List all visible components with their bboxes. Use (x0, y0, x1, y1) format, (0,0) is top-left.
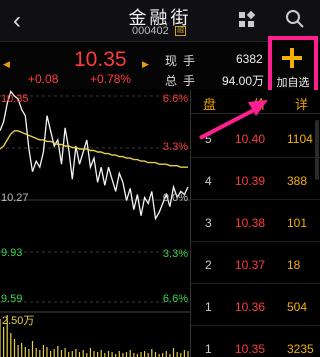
order-volume: 1104 (287, 132, 313, 146)
intraday-price-chart[interactable]: 10.35 10.27 9.93 9.59 6.6% 3.3% 0.0% 3.3% 6.6% 2.… (0, 90, 190, 357)
stock-code: 000402 (132, 25, 169, 37)
total-volume: 94.00万 (222, 74, 265, 88)
order-level: 4 (205, 174, 212, 188)
price-axis-label: 9.59 (1, 293, 22, 305)
percent-axis-label: 6.6% (163, 93, 188, 105)
prev-stock-arrow-icon[interactable]: ◀ (3, 59, 10, 70)
order-level: 3 (205, 216, 212, 230)
margin-badge: 融 (175, 26, 186, 36)
volume-axis-label: 2.50万 (2, 315, 34, 327)
order-volume: 101 (287, 216, 308, 230)
percent-axis-label: 0.0% (163, 192, 188, 204)
current-volume: 6382 (236, 52, 263, 66)
order-volume: 3235 (287, 342, 314, 356)
add-to-watchlist-label: 加自选 (276, 77, 310, 89)
plus-icon-stem (290, 48, 294, 68)
price-axis-label: 10.35 (1, 93, 29, 105)
current-price: 10.35 (74, 48, 127, 71)
percent-axis-label: 6.6% (163, 293, 188, 305)
order-price: 10.39 (235, 174, 266, 188)
search-icon[interactable] (285, 9, 305, 29)
order-level: 1 (205, 342, 212, 356)
total-volume-label: 总手 (165, 74, 202, 88)
next-stock-arrow-icon[interactable]: ▶ (142, 59, 149, 70)
order-level: 1 (205, 300, 212, 314)
price-axis-label: 9.93 (1, 247, 22, 259)
order-book-row: 2 10.37 18 (191, 246, 320, 284)
grid-icon[interactable] (239, 10, 256, 28)
order-book-row: 4 10.39 388 (191, 162, 320, 200)
order-price: 10.38 (235, 216, 266, 230)
order-book: 盘 价 详 5 10.40 1104 4 10.39 388 3 10.38 1… (190, 90, 320, 357)
order-book-row: 1 10.36 504 (191, 288, 320, 326)
order-price: 10.36 (235, 300, 266, 314)
order-price: 10.40 (235, 132, 266, 146)
order-book-row: 5 10.40 1104 (191, 120, 320, 158)
price-change: +0.08 (28, 72, 59, 86)
order-book-tab-detail[interactable]: 详 (295, 94, 308, 113)
order-volume: 388 (287, 174, 308, 188)
order-book-tab-level[interactable]: 盘 (203, 94, 216, 113)
order-book-row: 1 10.35 3235 (191, 330, 320, 357)
order-volume: 504 (287, 300, 308, 314)
order-book-row: 3 10.38 101 (191, 204, 320, 242)
order-book-tab-price[interactable]: 价 (253, 94, 266, 113)
order-book-scrollbar[interactable] (315, 120, 319, 180)
current-volume-label: 现手 (165, 54, 202, 68)
chevron-left-icon: ‹ (13, 7, 21, 34)
order-level: 2 (205, 258, 212, 272)
order-price: 10.35 (235, 342, 266, 356)
price-change-percent: +0.78% (90, 72, 132, 86)
price-axis-label: 10.27 (1, 192, 29, 204)
order-price: 10.37 (235, 258, 266, 272)
percent-axis-label: 3.3% (163, 248, 188, 260)
back-button[interactable]: ‹ (4, 6, 30, 36)
percent-axis-label: 3.3% (163, 141, 188, 153)
order-book-header: 盘 价 详 (191, 90, 320, 114)
order-volume: 18 (287, 258, 301, 272)
order-level: 5 (205, 132, 212, 146)
